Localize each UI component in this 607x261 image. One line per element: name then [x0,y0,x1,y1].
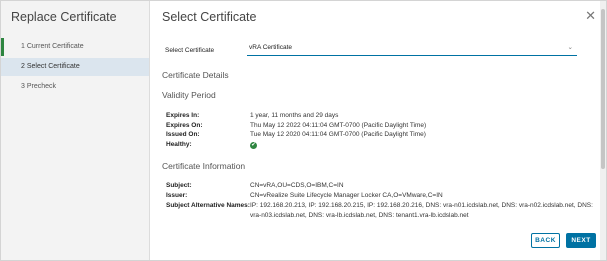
chevron-down-icon: ⌄ [567,44,573,51]
step-current-certificate[interactable]: 1 Current Certificate [1,38,149,56]
select-certificate-dropdown[interactable]: vRA Certificate ⌄ [247,44,577,56]
expires-on-label: Expires On: [166,121,203,129]
wizard-content: Select Certificate ✕ Select Certificate … [150,1,606,260]
issued-on-row: Issued On: Tue May 12 2020 04:11:04 GMT-0… [166,130,426,140]
wizard-steps: 1 Current Certificate 2 Select Certifica… [1,38,149,96]
wizard-title: Replace Certificate [11,10,117,24]
healthy-label: Healthy: [166,141,192,148]
expires-in-value: 1 year, 11 months and 29 days [250,112,339,119]
expires-in-row: Expires In: 1 year, 11 months and 29 days [166,111,338,121]
expires-on-value: Thu May 12 2022 04:11:04 GMT-0700 (Pacif… [250,121,427,129]
replace-certificate-wizard: Replace Certificate 1 Current Certificat… [0,0,607,261]
san-label: Subject Alternative Names: [166,202,250,209]
subject-label: Subject: [166,182,192,189]
issued-on-label: Issued On: [166,131,200,138]
close-icon[interactable]: ✕ [585,8,596,24]
san-row: Subject Alternative Names:IP: 192.168.20… [166,201,595,220]
issuer-label: Issuer: [166,192,188,199]
select-certificate-row: Select Certificate vRA Certificate ⌄ [165,44,577,56]
certificate-information-title: Certificate Information [162,161,246,171]
san-value: IP: 192.168.20.213, IP: 192.168.20.215, … [250,202,593,219]
issuer-row: Issuer: CN=vRealize Suite Lifecycle Manag… [166,191,443,201]
subject-value: CN=vRA,OU=CDS,O=IBM,C=IN [250,182,344,189]
select-certificate-value: vRA Certificate [249,44,292,51]
scrollbar-thumb[interactable] [601,9,605,169]
issued-on-value: Tue May 12 2020 04:11:04 GMT-0700 (Pacif… [250,131,426,138]
certificate-details-title: Certificate Details [162,70,229,80]
page-title: Select Certificate [162,10,257,24]
select-certificate-label: Select Certificate [165,46,215,54]
expires-on-row: Expires On: Thu May 12 2022 04:11:04 GMT-… [166,121,426,131]
wizard-sidebar: Replace Certificate 1 Current Certificat… [1,1,150,260]
back-button[interactable]: BACK [531,233,560,248]
content-scrollbar[interactable] [600,1,606,260]
next-button[interactable]: NEXT [566,233,596,248]
validity-period-title: Validity Period [162,90,216,100]
healthy-row: Healthy: ✔ [166,140,257,150]
step-precheck[interactable]: 3 Precheck [1,78,149,96]
step-select-certificate[interactable]: 2 Select Certificate [1,58,149,76]
subject-row: Subject: CN=vRA,OU=CDS,O=IBM,C=IN [166,181,344,191]
expires-in-label: Expires In: [166,112,200,119]
issuer-value: CN=vRealize Suite Lifecycle Manager Lock… [250,192,443,199]
check-circle-icon: ✔ [250,142,257,149]
